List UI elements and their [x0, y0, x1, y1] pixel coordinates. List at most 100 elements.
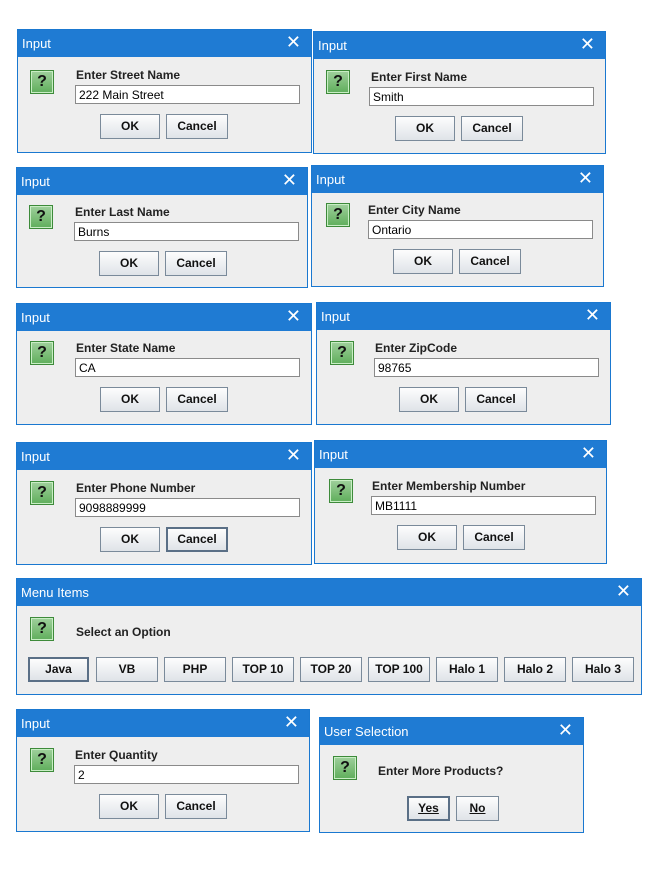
city-input[interactable]: Ontario [368, 220, 593, 239]
membership-dialog: Input ✕ ? Enter Membership Number MB1111… [314, 440, 607, 564]
prompt-label: Enter Quantity [75, 748, 158, 762]
title-bar[interactable]: Menu Items ✕ [17, 579, 641, 606]
user-selection-dialog: User Selection ✕ ? Enter More Products? … [319, 717, 584, 833]
cancel-button[interactable]: Cancel [165, 794, 227, 819]
cancel-button[interactable]: Cancel [463, 525, 525, 550]
question-icon: ? [30, 748, 54, 772]
dialog-title: Input [321, 309, 350, 324]
option-vb-button[interactable]: VB [96, 657, 158, 682]
quantity-input[interactable]: 2 [74, 765, 299, 784]
close-icon[interactable]: ✕ [578, 168, 593, 188]
ok-button[interactable]: OK [99, 794, 159, 819]
dialog-title: Input [316, 172, 345, 187]
ok-button[interactable]: OK [100, 387, 160, 412]
dialog-title: Input [21, 716, 50, 731]
question-icon: ? [30, 481, 54, 505]
title-bar[interactable]: Input ✕ [17, 168, 307, 195]
dialog-title: Input [319, 447, 348, 462]
cancel-button[interactable]: Cancel [166, 387, 228, 412]
ok-button[interactable]: OK [99, 251, 159, 276]
option-halo3-button[interactable]: Halo 3 [572, 657, 634, 682]
prompt-label: Enter State Name [76, 341, 176, 355]
close-icon[interactable]: ✕ [284, 712, 299, 732]
dialog-title: Input [21, 449, 50, 464]
street-dialog: Input ✕ ? Enter Street Name 222 Main Str… [17, 29, 312, 153]
no-button[interactable]: No [456, 796, 499, 821]
title-bar[interactable]: Input ✕ [17, 710, 309, 737]
ok-button[interactable]: OK [395, 116, 455, 141]
dialog-title: Input [22, 36, 51, 51]
prompt-label: Enter Last Name [75, 205, 170, 219]
question-icon: ? [329, 479, 353, 503]
cancel-button[interactable]: Cancel [166, 527, 228, 552]
prompt-label: Enter City Name [368, 203, 461, 217]
option-top10-button[interactable]: TOP 10 [232, 657, 294, 682]
close-icon[interactable]: ✕ [580, 34, 595, 54]
last-name-dialog: Input ✕ ? Enter Last Name Burns OK Cance… [16, 167, 308, 288]
zipcode-input[interactable]: 98765 [374, 358, 599, 377]
no-label: No [469, 801, 486, 815]
yes-button[interactable]: Yes [407, 796, 450, 821]
prompt-label: Enter Membership Number [372, 479, 526, 493]
ok-button[interactable]: OK [397, 525, 457, 550]
question-icon: ? [30, 617, 54, 641]
cancel-button[interactable]: Cancel [166, 114, 228, 139]
prompt-label: Enter First Name [371, 70, 468, 84]
first-name-input[interactable]: Smith [369, 87, 594, 106]
question-icon: ? [29, 205, 53, 229]
title-bar[interactable]: Input ✕ [17, 443, 311, 470]
question-icon: ? [30, 70, 54, 94]
first-name-dialog: Input ✕ ? Enter First Name Smith OK Canc… [313, 31, 606, 154]
question-icon: ? [30, 341, 54, 365]
option-halo1-button[interactable]: Halo 1 [436, 657, 498, 682]
cancel-button[interactable]: Cancel [465, 387, 527, 412]
ok-button[interactable]: OK [100, 114, 160, 139]
phone-dialog: Input ✕ ? Enter Phone Number 9098889999 … [16, 442, 312, 565]
prompt-label: Enter ZipCode [375, 341, 458, 355]
street-input[interactable]: 222 Main Street [75, 85, 300, 104]
title-bar[interactable]: Input ✕ [18, 30, 311, 57]
last-name-input[interactable]: Burns [74, 222, 299, 241]
cancel-button[interactable]: Cancel [461, 116, 523, 141]
membership-input[interactable]: MB1111 [371, 496, 596, 515]
cancel-button[interactable]: Cancel [459, 249, 521, 274]
close-icon[interactable]: ✕ [616, 581, 631, 601]
close-icon[interactable]: ✕ [286, 306, 301, 326]
title-bar[interactable]: Input ✕ [314, 32, 605, 59]
ok-button[interactable]: OK [100, 527, 160, 552]
quantity-dialog: Input ✕ ? Enter Quantity 2 OK Cancel [16, 709, 310, 832]
title-bar[interactable]: Input ✕ [317, 303, 610, 330]
option-top20-button[interactable]: TOP 20 [300, 657, 362, 682]
title-bar[interactable]: Input ✕ [315, 441, 606, 468]
close-icon[interactable]: ✕ [581, 443, 596, 463]
close-icon[interactable]: ✕ [585, 305, 600, 325]
option-java-button[interactable]: Java [28, 657, 89, 682]
city-dialog: Input ✕ ? Enter City Name Ontario OK Can… [311, 165, 604, 287]
title-bar[interactable]: User Selection ✕ [320, 718, 583, 745]
prompt-label: Enter Phone Number [76, 481, 196, 495]
menu-items-dialog: Menu Items ✕ ? Select an Option Java VB … [16, 578, 642, 695]
title-bar[interactable]: Input ✕ [17, 304, 311, 331]
prompt-label: Select an Option [76, 625, 171, 639]
close-icon[interactable]: ✕ [286, 32, 301, 52]
question-icon: ? [326, 70, 350, 94]
prompt-label: Enter More Products? [378, 764, 504, 778]
option-php-button[interactable]: PHP [164, 657, 226, 682]
phone-input[interactable]: 9098889999 [75, 498, 300, 517]
state-dialog: Input ✕ ? Enter State Name CA OK Cancel [16, 303, 312, 425]
ok-button[interactable]: OK [393, 249, 453, 274]
question-icon: ? [326, 203, 350, 227]
ok-button[interactable]: OK [399, 387, 459, 412]
state-input[interactable]: CA [75, 358, 300, 377]
yes-label: Yes [418, 801, 439, 815]
zip-dialog: Input ✕ ? Enter ZipCode 98765 OK Cancel [316, 302, 611, 425]
option-top100-button[interactable]: TOP 100 [368, 657, 430, 682]
title-bar[interactable]: Input ✕ [312, 166, 603, 193]
close-icon[interactable]: ✕ [558, 720, 573, 740]
dialog-title: Input [318, 38, 347, 53]
prompt-label: Enter Street Name [76, 68, 181, 82]
close-icon[interactable]: ✕ [282, 170, 297, 190]
close-icon[interactable]: ✕ [286, 445, 301, 465]
cancel-button[interactable]: Cancel [165, 251, 227, 276]
option-halo2-button[interactable]: Halo 2 [504, 657, 566, 682]
